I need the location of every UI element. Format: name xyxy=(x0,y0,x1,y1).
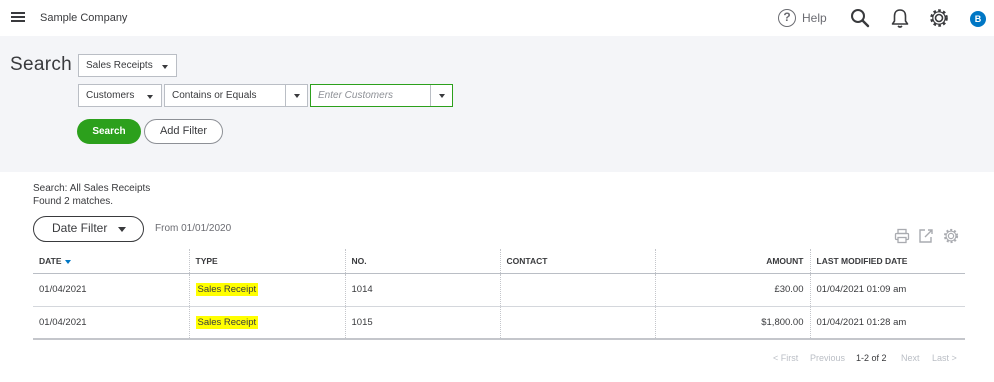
operator-dropdown-button[interactable] xyxy=(285,85,307,106)
top-bar: Sample Company ? Help B xyxy=(0,0,994,36)
help-icon: ? xyxy=(778,9,796,27)
chevron-down-icon xyxy=(294,94,300,98)
column-label: DATE xyxy=(39,255,62,266)
avatar[interactable]: B xyxy=(970,11,986,27)
cell-amount: $1,800.00 xyxy=(655,306,811,340)
results-table: DATE TYPE NO. CONTACT AMOUNT LAST MODIFI… xyxy=(33,249,965,340)
column-header-type[interactable]: TYPE xyxy=(189,249,346,274)
add-filter-button[interactable]: Add Filter xyxy=(144,119,223,144)
next-page-link[interactable]: Next xyxy=(901,353,920,363)
date-filter-label: Date Filter xyxy=(52,221,108,235)
cell-last-modified: 01/04/2021 01:09 am xyxy=(810,273,965,307)
cell-type: Sales Receipt xyxy=(189,273,346,307)
cell-contact xyxy=(500,273,656,307)
export-icon[interactable] xyxy=(917,227,935,245)
page-range: 1-2 of 2 xyxy=(856,353,887,363)
chevron-down-icon xyxy=(118,227,126,232)
last-page-link[interactable]: Last > xyxy=(932,353,957,363)
search-panel: Search Sales Receipts Customers Contains… xyxy=(0,36,994,172)
type-label: Sales Receipt xyxy=(195,315,259,329)
bell-icon[interactable] xyxy=(889,7,911,29)
cell-no: 1015 xyxy=(345,306,501,340)
sort-down-icon xyxy=(64,259,71,264)
page-title: Search xyxy=(10,54,73,75)
column-header-amount[interactable]: AMOUNT xyxy=(655,249,811,274)
cell-date: 01/04/2021 xyxy=(33,306,190,340)
cell-contact xyxy=(500,306,656,340)
chevron-down-icon xyxy=(162,65,168,69)
value-dropdown-button[interactable] xyxy=(430,85,452,106)
cell-amount: £30.00 xyxy=(655,273,811,307)
table-row[interactable]: 01/04/2021 Sales Receipt 1014 £30.00 01/… xyxy=(33,273,965,307)
filter-field-value: Customers xyxy=(86,90,135,101)
column-header-contact[interactable]: CONTACT xyxy=(500,249,656,274)
search-button[interactable]: Search xyxy=(77,119,141,144)
cell-type: Sales Receipt xyxy=(189,306,346,340)
help-button[interactable]: ? Help xyxy=(778,8,827,28)
match-count: Found 2 matches. xyxy=(33,196,114,207)
search-summary: Search: All Sales Receipts xyxy=(33,183,151,194)
filter-field-select[interactable]: Customers xyxy=(78,84,162,107)
transaction-type-value: Sales Receipts xyxy=(86,60,153,71)
chevron-down-icon xyxy=(147,95,153,99)
print-icon[interactable] xyxy=(893,227,911,245)
company-name: Sample Company xyxy=(40,12,128,24)
cell-last-modified: 01/04/2021 01:28 am xyxy=(810,306,965,340)
transaction-type-select[interactable]: Sales Receipts xyxy=(78,54,177,77)
search-icon[interactable] xyxy=(849,7,871,29)
cell-date: 01/04/2021 xyxy=(33,273,190,307)
menu-icon[interactable] xyxy=(6,4,32,30)
column-header-no[interactable]: NO. xyxy=(345,249,501,274)
chevron-down-icon xyxy=(439,94,445,98)
settings-icon[interactable] xyxy=(942,227,960,245)
filter-value-input[interactable]: Enter Customers xyxy=(310,84,453,107)
type-label: Sales Receipt xyxy=(195,283,259,296)
previous-page-link[interactable]: Previous xyxy=(810,353,845,363)
filter-operator-select[interactable]: Contains or Equals xyxy=(164,84,308,107)
gear-icon[interactable] xyxy=(928,7,950,29)
filter-value-placeholder: Enter Customers xyxy=(318,90,394,101)
cell-no: 1014 xyxy=(345,273,501,307)
table-row[interactable]: 01/04/2021 Sales Receipt 1015 $1,800.00 … xyxy=(33,306,965,340)
date-filter-button[interactable]: Date Filter xyxy=(33,216,144,242)
first-page-link[interactable]: < First xyxy=(773,353,798,363)
column-header-last-modified[interactable]: LAST MODIFIED DATE xyxy=(810,249,965,274)
help-label: Help xyxy=(802,11,827,25)
filter-operator-value: Contains or Equals xyxy=(172,90,257,101)
column-header-date[interactable]: DATE xyxy=(33,249,190,274)
table-header-row: DATE TYPE NO. CONTACT AMOUNT LAST MODIFI… xyxy=(33,249,965,274)
date-range-text: From 01/01/2020 xyxy=(155,223,232,234)
